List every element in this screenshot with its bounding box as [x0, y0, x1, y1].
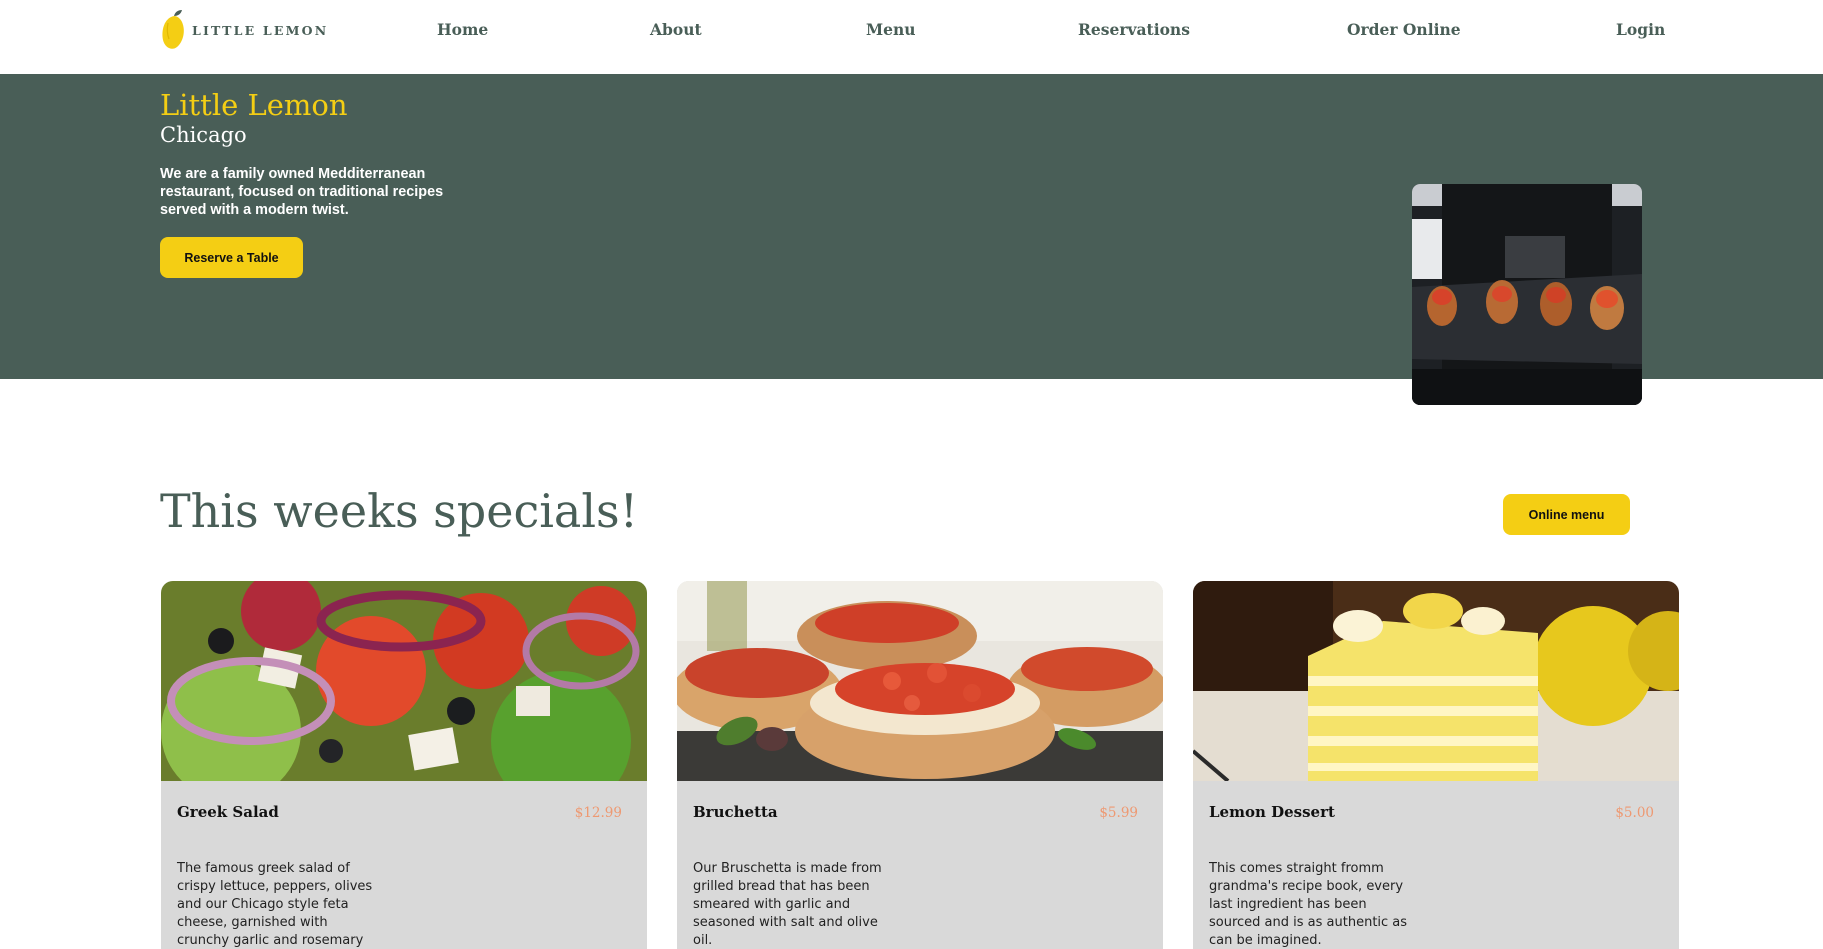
- logo-wordmark: LITTLE LEMON: [192, 22, 329, 38]
- nav-menu-link[interactable]: Menu: [866, 20, 916, 39]
- nav-reservations-link[interactable]: Reservations: [1078, 20, 1190, 39]
- card-description: The famous greek salad of crispy lettuce…: [177, 861, 373, 948]
- card-price: $5.00: [1615, 805, 1654, 821]
- greek-salad-image: [161, 581, 647, 781]
- hero-food-photo: [1412, 184, 1642, 405]
- hero-title: Little Lemon: [160, 88, 348, 122]
- online-menu-button[interactable]: Online menu: [1503, 494, 1630, 535]
- card-title: Lemon Dessert: [1209, 803, 1335, 821]
- special-card-bruchetta[interactable]: Bruchetta $5.99 Our Bruschetta is made f…: [677, 581, 1163, 949]
- card-price: $5.99: [1099, 805, 1138, 821]
- site-header: LITTLE LEMON Home About Menu Reservation…: [0, 0, 1823, 74]
- special-card-greek-salad[interactable]: Greek Salad $12.99 The famous greek sala…: [161, 581, 647, 949]
- card-title: Bruchetta: [693, 803, 778, 821]
- card-title: Greek Salad: [177, 803, 279, 821]
- chef-bruschetta-image: [1412, 184, 1642, 405]
- nav-about-link[interactable]: About: [650, 20, 702, 39]
- hero-description: We are a family owned Medditerranean res…: [160, 166, 444, 218]
- card-description: Our Bruschetta is made from grilled brea…: [693, 861, 882, 948]
- special-card-lemon-dessert[interactable]: Lemon Dessert $5.00 This comes straight …: [1193, 581, 1679, 949]
- logo[interactable]: LITTLE LEMON: [160, 8, 328, 52]
- specials-heading: This weeks specials!: [160, 484, 639, 538]
- reserve-table-button[interactable]: Reserve a Table: [160, 237, 303, 278]
- card-price: $12.99: [574, 805, 622, 821]
- nav-login-link[interactable]: Login: [1616, 20, 1665, 39]
- card-description: This comes straight fromm grandma's reci…: [1209, 861, 1408, 948]
- bruchetta-image: [677, 581, 1163, 781]
- nav-home-link[interactable]: Home: [437, 20, 488, 39]
- lemon-logo-icon: [162, 10, 184, 49]
- lemon-dessert-image: [1193, 581, 1679, 781]
- nav-order-online-link[interactable]: Order Online: [1347, 20, 1461, 39]
- hero-subtitle: Chicago: [160, 123, 247, 147]
